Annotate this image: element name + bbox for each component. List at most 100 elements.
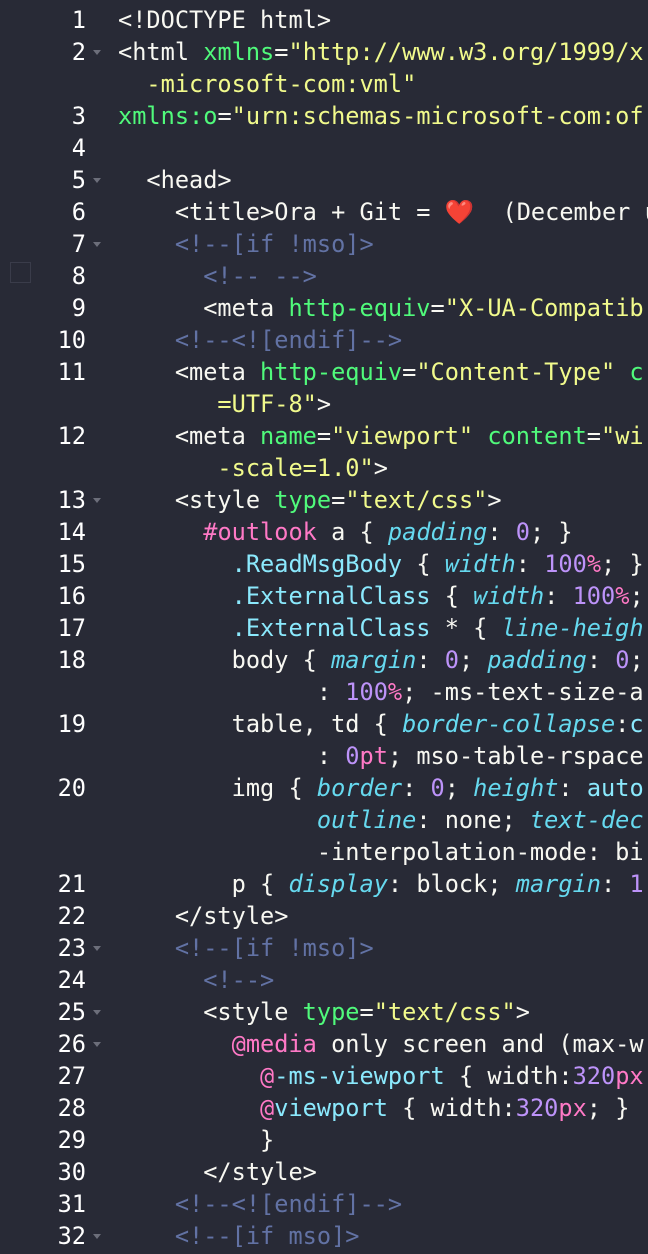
code-token: .ReadMsgBody [231, 550, 403, 578]
code-line[interactable]: 22 </style> [0, 900, 648, 932]
code-token: only screen and (max-w [316, 1030, 644, 1058]
fold-toggle-icon[interactable] [91, 932, 103, 964]
code-token: "viewport" [331, 422, 474, 450]
code-line[interactable]: 20 img { border: 0; height: auto [0, 772, 648, 804]
code-token: % [586, 550, 602, 578]
code-text: <meta http-equiv="Content-Type" c [118, 356, 648, 388]
code-line[interactable]: 4 [0, 132, 648, 164]
code-text: <!-- --> [118, 260, 648, 292]
code-text: </style> [118, 1156, 648, 1188]
code-line[interactable]: 10 <!--<![endif]--> [0, 324, 648, 356]
code-line[interactable]: outline: none; text-dec [0, 804, 648, 836]
code-line[interactable]: 21 p { display: block; margin: 1 [0, 868, 648, 900]
line-number: 20 [57, 774, 86, 802]
line-number: 11 [57, 358, 86, 386]
code-text: -scale=1.0"> [118, 452, 648, 484]
code-line[interactable]: 31 <!--<![endif]--> [0, 1188, 648, 1220]
code-token: { width: [387, 1094, 516, 1122]
code-line[interactable]: 1 <!DOCTYPE html> [0, 4, 648, 36]
code-line[interactable]: 29 } [0, 1124, 648, 1156]
code-token: "urn:schemas-microsoft-com:of [231, 102, 644, 130]
code-line[interactable]: 13 <style type="text/css"> [0, 484, 648, 516]
code-line[interactable]: 15 .ReadMsgBody { width: 100%; } [0, 548, 648, 580]
code-token: 100 [572, 582, 616, 610]
code-line[interactable]: 28 @viewport { width:320px; } [0, 1092, 648, 1124]
code-line[interactable]: -interpolation-mode: bi [0, 836, 648, 868]
code-text: } [118, 1124, 648, 1156]
code-line[interactable]: 5 <head> [0, 164, 648, 196]
code-line[interactable]: 12 <meta name="viewport" content="wi [0, 420, 648, 452]
code-line[interactable]: 24 <!--> [0, 964, 648, 996]
code-line[interactable]: 23 <!--[if !mso]> [0, 932, 648, 964]
code-token: 0 [430, 774, 445, 802]
line-number: 29 [57, 1126, 86, 1154]
code-token: xmlns [203, 38, 275, 66]
code-token: = [217, 102, 232, 130]
code-line[interactable]: -scale=1.0"> [0, 452, 648, 484]
code-token: <!--[if !mso]> [118, 230, 374, 258]
code-token: content [487, 422, 587, 450]
code-line[interactable]: 8 <!-- --> [0, 260, 648, 292]
code-token: border [316, 774, 403, 802]
code-token: "http://www.w3.org/1999/x [288, 38, 644, 66]
code-text: img { border: 0; height: auto [118, 772, 648, 804]
line-number: 30 [57, 1158, 86, 1186]
line-number: 7 [71, 230, 86, 258]
code-text: <!--[if !mso]> [118, 228, 648, 260]
code-token: = [274, 38, 289, 66]
code-line[interactable]: 18 body { margin: 0; padding: 0; [0, 644, 648, 676]
fold-toggle-icon[interactable] [91, 36, 103, 68]
fold-toggle-icon[interactable] [91, 228, 103, 260]
code-line[interactable]: 9 <meta http-equiv="X-UA-Compatib [0, 292, 648, 324]
code-line[interactable]: 32 <!--[if mso]> [0, 1220, 648, 1252]
code-line[interactable]: 3 xmlns:o="urn:schemas-microsoft-com:of [0, 100, 648, 132]
code-text: @-ms-viewport { width:320px [118, 1060, 648, 1092]
code-line[interactable]: 30 </style> [0, 1156, 648, 1188]
code-line[interactable]: 14 #outlook a { padding: 0; } [0, 516, 648, 548]
code-line[interactable]: : 100%; -ms-text-size-a [0, 676, 648, 708]
code-line[interactable]: 7 <!--[if !mso]> [0, 228, 648, 260]
code-token: auto [586, 774, 644, 802]
fold-toggle-icon[interactable] [91, 1028, 103, 1060]
code-line[interactable]: 11 <meta http-equiv="Content-Type" c [0, 356, 648, 388]
fold-toggle-icon[interactable] [91, 484, 103, 516]
code-token: <!--[if !mso]> [118, 934, 374, 962]
code-token: } [118, 1126, 275, 1154]
code-token: > [515, 998, 530, 1026]
code-line[interactable]: 2 <html xmlns="http://www.w3.org/1999/x [0, 36, 648, 68]
code-text: : 100%; -ms-text-size-a [118, 676, 648, 708]
code-text: @media only screen and (max-w [118, 1028, 648, 1060]
code-line[interactable]: 19 table, td { border-collapse:c [0, 708, 648, 740]
code-token: 0 [345, 742, 360, 770]
line-number: 23 [57, 934, 86, 962]
code-token: a { [316, 518, 388, 546]
code-line[interactable]: 16 .ExternalClass { width: 100%; [0, 580, 648, 612]
fold-toggle-icon[interactable] [91, 1220, 103, 1252]
code-token: p { [118, 870, 289, 898]
code-text: body { margin: 0; padding: 0; [118, 644, 648, 676]
code-token: : [402, 774, 431, 802]
code-line[interactable]: 6 <title>Ora + Git = ❤️ (December u [0, 196, 648, 228]
code-token: : [515, 550, 545, 578]
code-line[interactable]: -microsoft-com:vml" [0, 68, 648, 100]
code-token: % [615, 582, 630, 610]
code-token: 0 [444, 646, 459, 674]
code-line[interactable]: 27 @-ms-viewport { width:320px [0, 1060, 648, 1092]
code-text: #outlook a { padding: 0; } [118, 516, 648, 548]
fold-toggle-icon[interactable] [91, 164, 103, 196]
code-line[interactable]: =UTF-8"> [0, 388, 648, 420]
code-editor[interactable]: 1 <!DOCTYPE html> 2 <html xmlns="http://www… [0, 0, 648, 1254]
heart-emoji: ❤️ [444, 198, 475, 226]
line-number: 18 [57, 646, 86, 674]
fold-toggle-icon[interactable] [91, 996, 103, 1028]
code-token: display [288, 870, 388, 898]
code-line[interactable]: 26 @media only screen and (max-w [0, 1028, 648, 1060]
code-line[interactable]: : 0pt; mso-table-rspace [0, 740, 648, 772]
code-text: -microsoft-com:vml" [118, 68, 648, 100]
code-line[interactable]: 25 <style type="text/css"> [0, 996, 648, 1028]
code-token: type [302, 998, 360, 1026]
code-token: @ [260, 1062, 275, 1090]
code-token: <style [118, 486, 275, 514]
code-line[interactable]: 17 .ExternalClass * { line-heigh [0, 612, 648, 644]
